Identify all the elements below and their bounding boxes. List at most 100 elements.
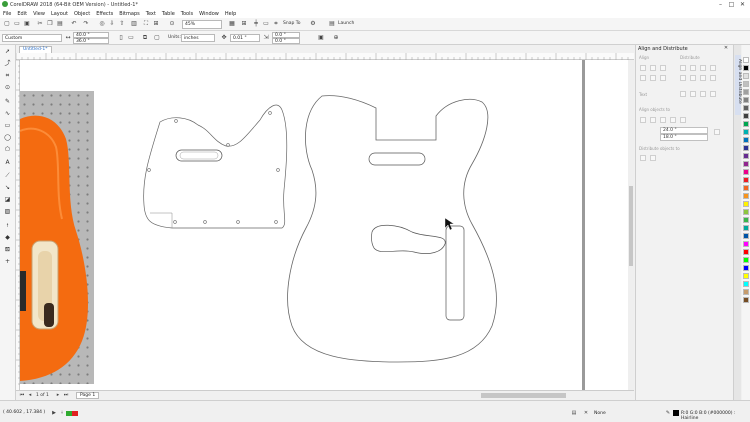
palette-swatch[interactable] — [743, 89, 749, 95]
copy-icon[interactable]: ❐ — [46, 20, 54, 28]
document-tab[interactable]: Untitled-1* — [19, 46, 52, 53]
distribute-top-icon[interactable] — [680, 75, 686, 81]
snap-icon[interactable]: ⌗ — [272, 20, 280, 28]
palette-swatch[interactable] — [743, 289, 749, 295]
menu-effects[interactable]: Effects — [96, 11, 113, 17]
palette-swatch[interactable] — [743, 193, 749, 199]
paste-icon[interactable]: ▤ — [56, 20, 64, 28]
text-tool-icon[interactable]: A — [3, 158, 12, 167]
ellipse-tool-icon[interactable]: ◯ — [3, 133, 12, 142]
horizontal-ruler[interactable] — [15, 53, 634, 60]
specified-point-icon[interactable] — [714, 129, 720, 135]
palette-swatch[interactable] — [743, 169, 749, 175]
distribute-right-icon[interactable] — [700, 65, 706, 71]
cut-icon[interactable]: ✂ — [36, 20, 44, 28]
menu-tools[interactable]: Tools — [181, 11, 193, 17]
palette-swatch[interactable] — [743, 65, 749, 71]
open-icon[interactable]: ▭ — [13, 20, 21, 28]
interactive-fill-icon[interactable]: ◆ — [3, 233, 12, 242]
page-size-select[interactable]: Custom — [2, 34, 62, 42]
eyedropper-status-icon[interactable]: ⟊ — [58, 409, 66, 417]
menu-edit[interactable]: Edit — [17, 11, 27, 17]
distribute-middle-icon[interactable] — [690, 75, 696, 81]
options-gear-icon[interactable]: ⚙ — [309, 20, 317, 28]
palette-swatch[interactable] — [743, 257, 749, 263]
palette-swatch[interactable] — [743, 153, 749, 159]
align-bottom-icon[interactable] — [660, 75, 666, 81]
distribute-left-icon[interactable] — [680, 65, 686, 71]
units-select[interactable]: inches — [181, 34, 215, 42]
smart-fill-icon[interactable]: ⛾ — [3, 245, 12, 254]
import-icon[interactable]: ⇩ — [108, 20, 116, 28]
distribute-to-extent-icon[interactable] — [640, 155, 646, 161]
palette-swatch[interactable] — [743, 249, 749, 255]
play-icon[interactable]: ▶ — [50, 409, 58, 417]
align-left-icon[interactable] — [640, 65, 646, 71]
snap-to-dropdown[interactable]: Snap To — [283, 20, 301, 28]
zoom-tool-icon[interactable]: ⊙ — [3, 83, 12, 92]
palette-swatch[interactable] — [743, 177, 749, 183]
add-preset-icon[interactable]: ⊕ — [332, 34, 340, 42]
page-height-field[interactable]: 36.0 " — [73, 38, 109, 44]
close-button[interactable]: ✕ — [737, 0, 748, 9]
menu-text[interactable]: Text — [146, 11, 156, 17]
bounding-box-icon[interactable]: ▭ — [262, 20, 270, 28]
vertical-scrollbar-thumb[interactable] — [629, 186, 633, 266]
distribute-to-page-icon[interactable] — [650, 155, 656, 161]
menu-bitmaps[interactable]: Bitmaps — [119, 11, 140, 17]
palette-swatch[interactable] — [743, 281, 749, 287]
menu-object[interactable]: Object — [74, 11, 90, 17]
align-to-page-edge-icon[interactable] — [660, 117, 666, 123]
launch-icon[interactable]: ▤ — [328, 20, 336, 28]
align-center-v-icon[interactable] — [650, 75, 656, 81]
page-background-icon[interactable]: ▣ — [317, 34, 325, 42]
guidelines-icon[interactable]: ╪ — [252, 20, 260, 28]
drop-shadow-icon[interactable]: ◪ — [3, 195, 12, 204]
parallel-dimension-icon[interactable]: ⟋ — [3, 171, 12, 180]
align-to-active-icon[interactable] — [640, 117, 646, 123]
new-document-icon[interactable]: ▢ — [3, 20, 11, 28]
eyedropper-icon[interactable]: ⟊ — [3, 221, 12, 230]
publish-pdf-icon[interactable]: ▥ — [130, 20, 138, 28]
specified-point-x-field[interactable]: 24.0 " — [660, 127, 708, 134]
outline-swatch[interactable] — [72, 411, 78, 416]
distribute-center-icon[interactable] — [690, 65, 696, 71]
align-to-grid-icon[interactable] — [680, 117, 686, 123]
align-to-page-center-icon[interactable] — [670, 117, 676, 123]
menu-window[interactable]: Window — [199, 11, 219, 17]
palette-swatch[interactable] — [743, 185, 749, 191]
distribute-spacing-h-icon[interactable] — [710, 65, 716, 71]
landscape-icon[interactable]: ▭ — [127, 34, 135, 42]
text-last-line-icon[interactable] — [690, 91, 696, 97]
show-rulers-icon[interactable]: ▦ — [228, 20, 236, 28]
text-first-line-icon[interactable] — [680, 91, 686, 97]
launch-dropdown[interactable]: Launch — [338, 20, 354, 28]
palette-swatch[interactable] — [743, 265, 749, 271]
specified-point-y-field[interactable]: 18.0 " — [660, 134, 708, 141]
undo-icon[interactable]: ↶ — [70, 20, 78, 28]
menu-table[interactable]: Table — [162, 11, 175, 17]
artistic-media-icon[interactable]: ∿ — [3, 109, 12, 118]
last-page-icon[interactable]: ⏭ — [62, 391, 70, 399]
palette-swatch[interactable] — [743, 81, 749, 87]
palette-swatch[interactable] — [743, 297, 749, 303]
menu-view[interactable]: View — [33, 11, 45, 17]
palette-swatch[interactable] — [743, 145, 749, 151]
palette-swatch[interactable] — [743, 73, 749, 79]
text-baseline-icon[interactable] — [700, 91, 706, 97]
palette-swatch[interactable] — [743, 121, 749, 127]
menu-file[interactable]: File — [3, 11, 11, 17]
transparency-icon[interactable]: ▨ — [3, 207, 12, 216]
palette-swatch[interactable] — [743, 209, 749, 215]
freehand-tool-icon[interactable]: ✎ — [3, 97, 12, 106]
welcome-screen-icon[interactable]: ⊞ — [152, 20, 160, 28]
align-center-h-icon[interactable] — [650, 65, 656, 71]
docker-close-icon[interactable]: ✕ — [722, 44, 730, 52]
vertical-scrollbar[interactable] — [628, 60, 634, 390]
current-page-icon[interactable]: ▢ — [153, 34, 161, 42]
maximize-button[interactable]: □ — [726, 0, 737, 9]
palette-swatch[interactable] — [743, 241, 749, 247]
palette-swatch[interactable] — [743, 161, 749, 167]
pick-tool-icon[interactable]: ➚ — [3, 47, 12, 56]
grid-icon[interactable]: ⊞ — [240, 20, 248, 28]
